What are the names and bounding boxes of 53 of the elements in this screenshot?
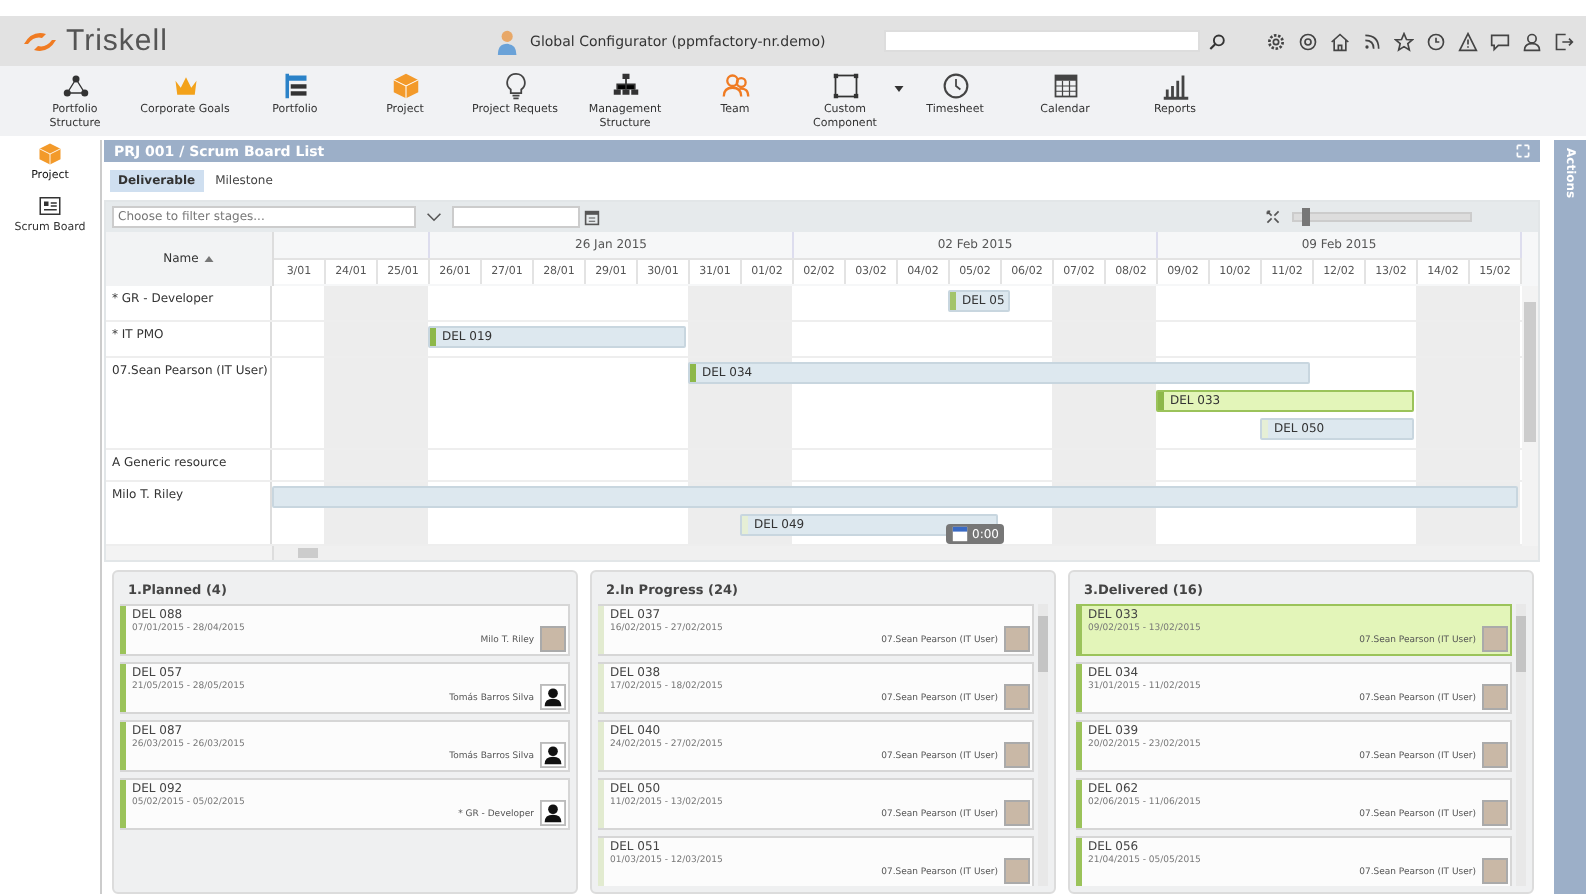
home-icon[interactable] [1330, 31, 1350, 51]
search-icon[interactable] [1207, 31, 1226, 51]
search-field[interactable] [883, 30, 1200, 52]
chat-icon[interactable] [1490, 31, 1510, 51]
avatar-photo [540, 626, 566, 652]
org-chart-icon [611, 72, 639, 100]
person-silhouette-icon [540, 800, 566, 826]
date-field[interactable] [452, 206, 580, 228]
cube-icon [37, 142, 62, 166]
clock-icon [941, 72, 969, 100]
list-icon [281, 72, 309, 100]
warning-icon[interactable] [1458, 31, 1478, 51]
frame-icon [831, 72, 859, 100]
fit-icon[interactable] [1266, 210, 1280, 224]
lightbulb-icon [501, 72, 529, 100]
calendar-icon [1051, 72, 1079, 100]
caret-icon [894, 86, 904, 92]
avatar-photo [1004, 800, 1030, 826]
scrollbar-thumb[interactable] [1524, 302, 1536, 442]
avatar-photo [1004, 626, 1030, 652]
logout-icon[interactable] [1554, 31, 1574, 51]
clock-icon[interactable] [1426, 31, 1446, 51]
calendar-icon [952, 526, 968, 542]
avatar-photo [1004, 742, 1030, 768]
user-avatar-icon [495, 27, 519, 55]
chevron-icon[interactable] [426, 212, 442, 222]
avatar-photo [1004, 858, 1030, 884]
avatar-photo [1482, 684, 1508, 710]
avatar-photo [1482, 800, 1508, 826]
zoom-slider[interactable] [1292, 212, 1472, 222]
calendar-icon[interactable] [584, 209, 600, 225]
avatar-photo [1482, 858, 1508, 884]
scrollbar-thumb[interactable] [1038, 616, 1048, 672]
user-icon[interactable] [1522, 31, 1542, 51]
avatar-photo [1482, 742, 1508, 768]
feed-icon[interactable] [1362, 31, 1382, 51]
board-icon [37, 194, 62, 218]
slider-thumb[interactable] [1302, 208, 1311, 226]
brand-name: Triskell [66, 24, 168, 58]
person-silhouette-icon [540, 742, 566, 768]
avatar-photo [1482, 626, 1508, 652]
bar-chart-icon [1161, 72, 1189, 100]
avatar-photo [1004, 684, 1030, 710]
scrollbar-thumb[interactable] [1516, 616, 1526, 672]
network-icon [61, 72, 89, 100]
settings-icon[interactable] [1266, 31, 1286, 51]
star-icon[interactable] [1394, 31, 1414, 51]
person-silhouette-icon [540, 684, 566, 710]
crown-icon [171, 72, 199, 100]
scrollbar-thumb[interactable] [298, 548, 318, 558]
sort-icon [204, 256, 215, 262]
team-icon [721, 72, 749, 100]
cube-icon [391, 72, 419, 100]
